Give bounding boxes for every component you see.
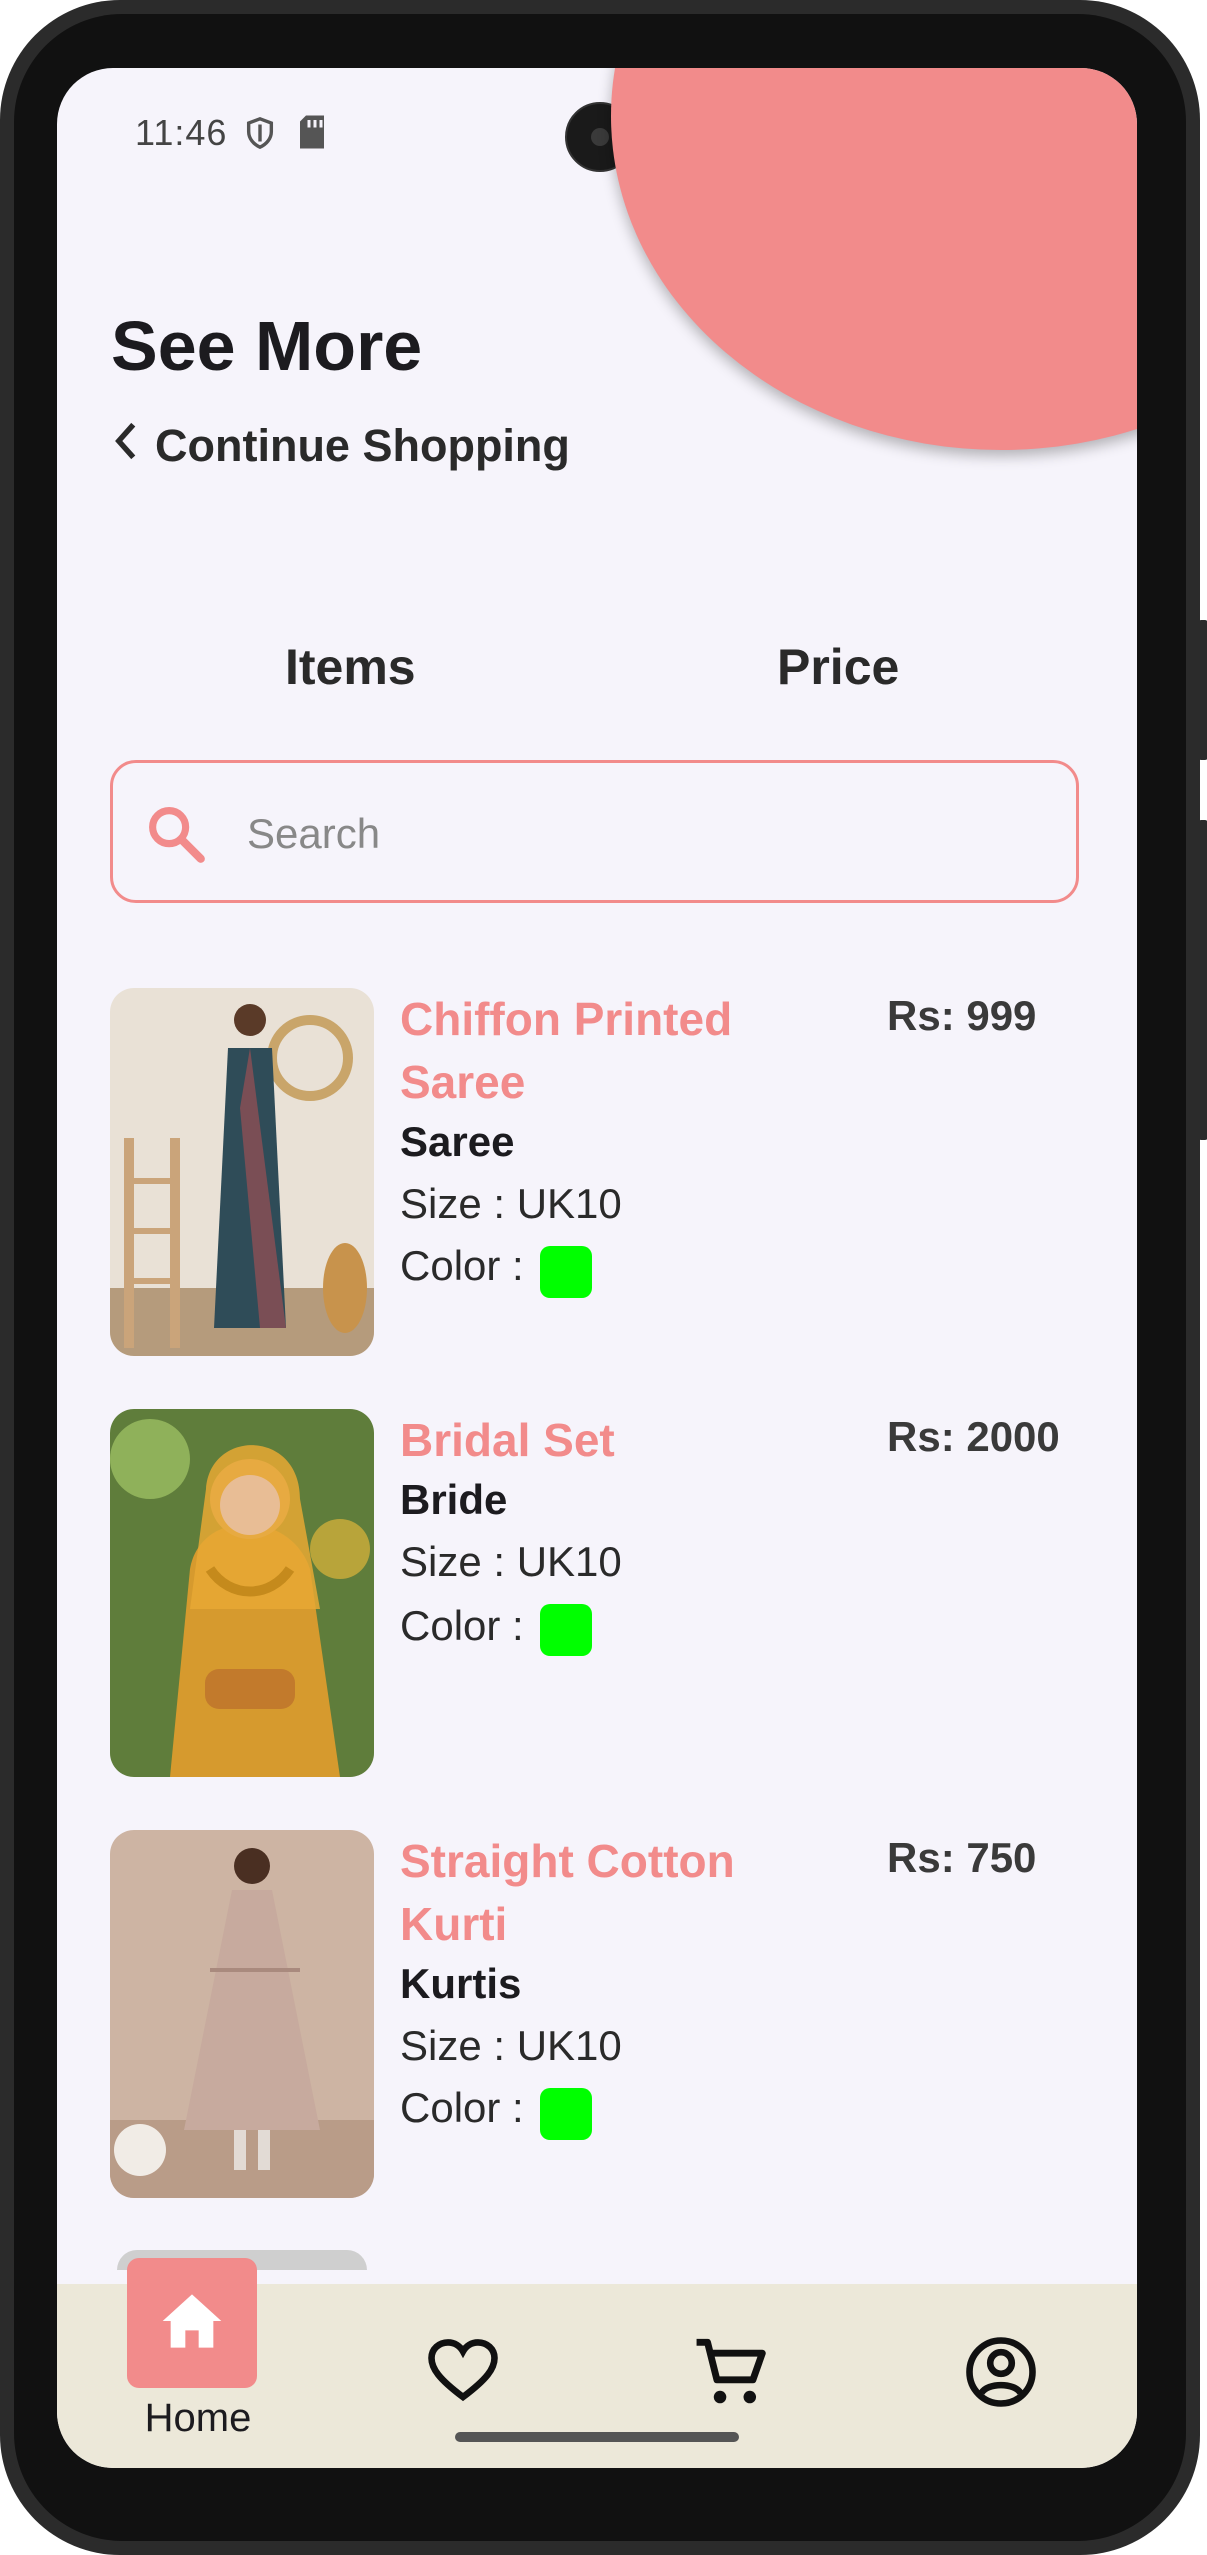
bottom-navigation: Home: [57, 2258, 1137, 2468]
tab-items[interactable]: Items: [285, 638, 416, 696]
gesture-bar[interactable]: [455, 2432, 739, 2442]
header-decoration: [611, 68, 1137, 450]
product-name: Straight Cotton Kurti: [400, 1835, 735, 1950]
product-image-kurti[interactable]: [110, 1830, 374, 2198]
app-screen: 11:46 See More Continue Shopping Items P…: [57, 68, 1137, 2468]
product-size: Size : UK10: [400, 1538, 622, 1585]
product-name: Bridal Set: [400, 1414, 615, 1466]
product-color-label: Color :: [400, 2084, 524, 2131]
color-swatch: [540, 2088, 592, 2140]
product-color-label: Color :: [400, 1242, 524, 1289]
sort-tabs: Items Price: [57, 638, 1137, 718]
chevron-left-icon: [111, 420, 141, 472]
product-color-label: Color :: [400, 1602, 524, 1649]
nav-home-button[interactable]: [127, 2258, 257, 2388]
product-image-saree[interactable]: [110, 988, 374, 1356]
power-button: [1198, 620, 1207, 760]
heart-icon[interactable]: [427, 2336, 499, 2409]
device-frame: 11:46 See More Continue Shopping Items P…: [0, 0, 1207, 2555]
page-title: See More: [111, 307, 423, 385]
product-category: Kurtis: [400, 1960, 522, 2007]
product-price: Rs: 750: [887, 1834, 1037, 1881]
product-card[interactable]: Chiffon Printed Saree Rs: 999 Saree Size…: [110, 988, 1100, 1358]
product-size: Size : UK10: [400, 1180, 622, 1227]
tab-price[interactable]: Price: [777, 638, 899, 696]
sd-card-icon: [297, 114, 327, 155]
product-category: Bride: [400, 1476, 508, 1523]
product-image-bridal-set[interactable]: [110, 1409, 374, 1777]
shield-icon: [243, 114, 277, 157]
search-box[interactable]: [110, 760, 1079, 903]
continue-shopping-link[interactable]: Continue Shopping: [111, 420, 570, 472]
product-price: Rs: 999: [887, 992, 1037, 1039]
continue-shopping-label: Continue Shopping: [155, 420, 570, 471]
color-swatch: [540, 1246, 592, 1298]
home-icon: [160, 2291, 224, 2356]
product-name: Chiffon Printed Saree: [400, 993, 733, 1108]
product-card[interactable]: Bridal Set Rs: 2000 Bride Size : UK10 Co…: [110, 1409, 1100, 1779]
status-time: 11:46: [135, 112, 228, 153]
product-price: Rs: 2000: [887, 1413, 1060, 1460]
product-size: Size : UK10: [400, 2022, 622, 2069]
search-input[interactable]: [245, 793, 1029, 875]
color-swatch: [540, 1604, 592, 1656]
nav-home-label[interactable]: Home: [133, 2396, 263, 2441]
search-icon: [143, 801, 209, 872]
cart-icon[interactable]: [693, 2336, 769, 2413]
account-icon[interactable]: [965, 2336, 1037, 2413]
product-category: Saree: [400, 1118, 515, 1165]
volume-button: [1198, 820, 1207, 1140]
product-card[interactable]: Straight Cotton Kurti Rs: 750 Kurtis Siz…: [110, 1830, 1100, 2200]
